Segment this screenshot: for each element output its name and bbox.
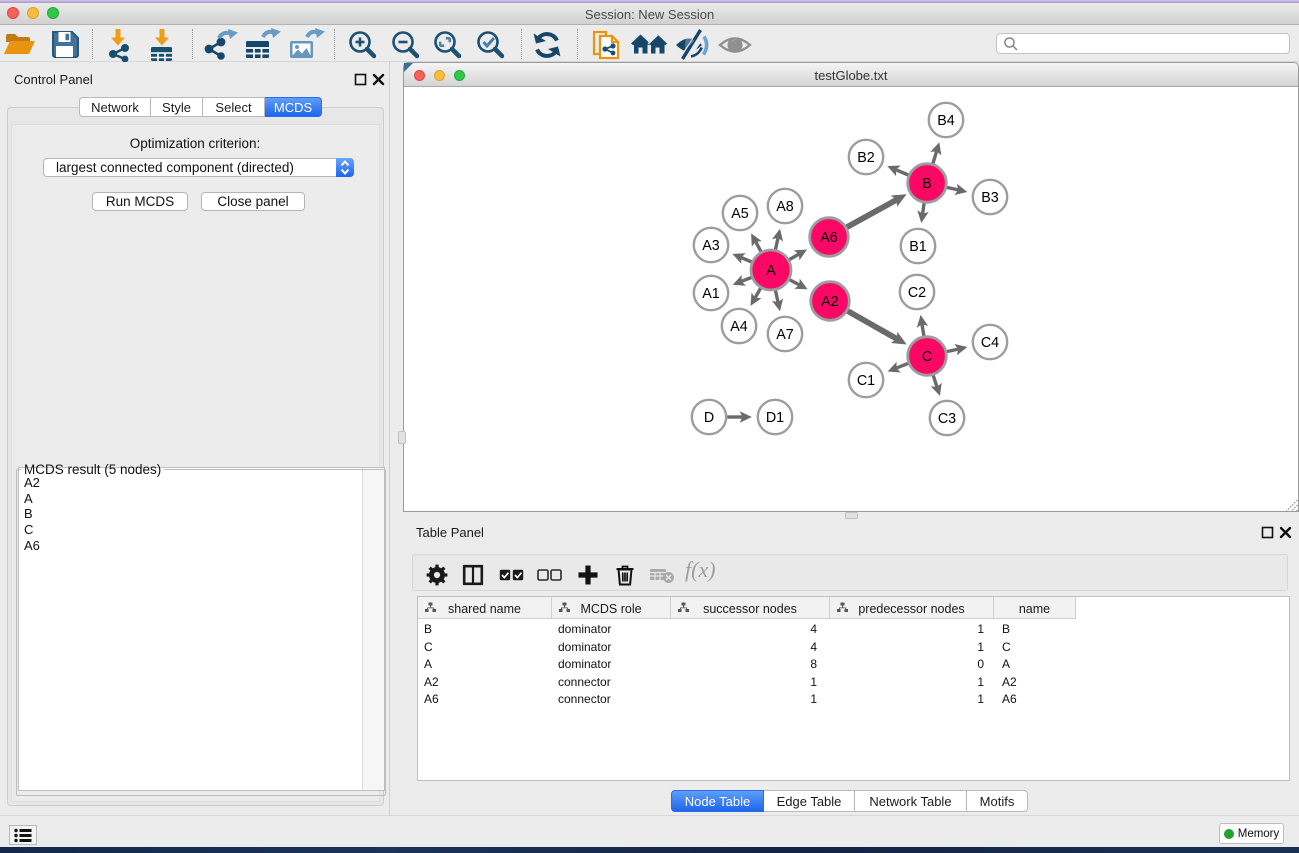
svg-text:A3: A3 <box>702 238 720 254</box>
svg-text:A7: A7 <box>776 327 794 343</box>
svg-text:A1: A1 <box>702 286 720 302</box>
svg-text:A: A <box>766 263 776 279</box>
svg-text:C1: C1 <box>857 373 875 389</box>
svg-text:B2: B2 <box>857 150 875 166</box>
svg-text:B1: B1 <box>909 239 927 255</box>
svg-text:D: D <box>704 410 714 426</box>
svg-text:A8: A8 <box>776 199 794 215</box>
svg-text:B4: B4 <box>937 113 955 129</box>
svg-text:C2: C2 <box>908 285 926 301</box>
svg-text:C4: C4 <box>981 335 999 351</box>
svg-text:A4: A4 <box>730 319 748 335</box>
svg-text:C: C <box>922 349 932 365</box>
svg-text:A2: A2 <box>821 294 839 310</box>
svg-text:C3: C3 <box>938 411 956 427</box>
svg-text:A6: A6 <box>820 230 838 246</box>
svg-text:B: B <box>922 176 932 192</box>
svg-text:B3: B3 <box>981 190 999 206</box>
svg-text:D1: D1 <box>766 410 784 426</box>
svg-text:A5: A5 <box>731 206 749 222</box>
